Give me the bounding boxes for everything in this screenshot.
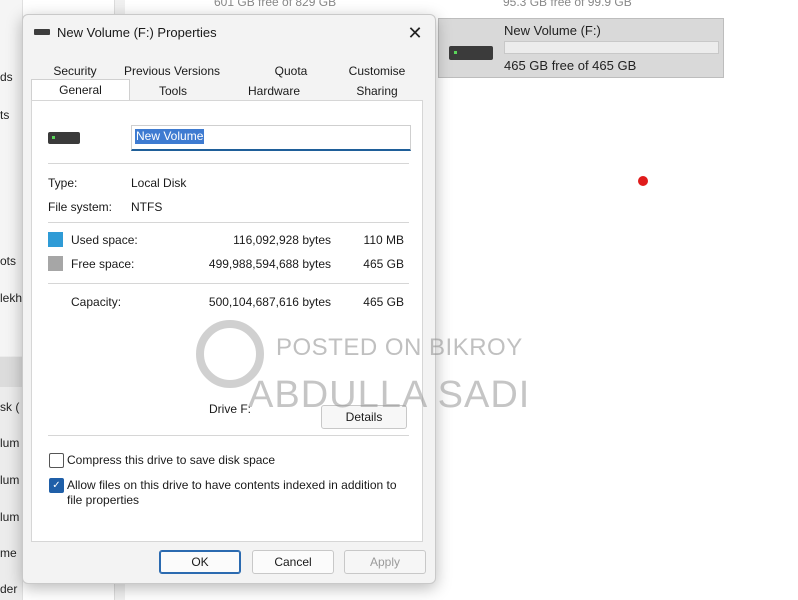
dialog-titlebar[interactable]: New Volume (F:) Properties ✕	[23, 15, 435, 51]
nav-item[interactable]: lum	[0, 436, 19, 450]
tab-general[interactable]: General	[31, 79, 130, 101]
capacity-bytes: 500,104,687,616 bytes	[208, 295, 331, 309]
free-space-size: 465 GB	[363, 257, 404, 271]
tab-tools[interactable]: Tools	[135, 81, 211, 101]
index-label-continued: file properties	[67, 493, 140, 507]
watermark-line-1: POSTED ON BIKROY	[276, 334, 523, 361]
divider	[48, 163, 409, 164]
nav-item[interactable]: der	[0, 582, 17, 596]
close-icon[interactable]: ✕	[403, 21, 427, 45]
capacity-label: Capacity:	[71, 295, 122, 309]
drive-usage-bar	[504, 41, 719, 54]
apply-button[interactable]: Apply	[344, 550, 426, 574]
watermark-line-2: ABDULLA SADI	[248, 374, 531, 416]
tab-sharing[interactable]: Sharing	[339, 81, 415, 101]
compress-checkbox[interactable]	[49, 453, 64, 468]
tab-hardware[interactable]: Hardware	[231, 81, 317, 101]
drive-name: New Volume (F:)	[504, 23, 601, 38]
dialog-title: New Volume (F:) Properties	[57, 25, 217, 40]
free-space-label: Free space:	[71, 257, 135, 271]
index-label[interactable]: Allow files on this drive to have conten…	[67, 478, 397, 492]
nav-item[interactable]: lum	[0, 510, 19, 524]
red-dot-marker	[638, 176, 648, 186]
tab-security[interactable]: Security	[37, 61, 113, 81]
drive-letter-label: Drive F:	[209, 402, 251, 416]
drive-tile-new-volume[interactable]: New Volume (F:) 465 GB free of 465 GB	[438, 18, 724, 78]
cancel-button[interactable]: Cancel	[252, 550, 334, 574]
file-system-value: NTFS	[131, 200, 163, 214]
nav-item[interactable]: sk (	[0, 400, 19, 414]
tab-quota[interactable]: Quota	[253, 61, 329, 81]
drive-free-text: 465 GB free of 465 GB	[504, 58, 637, 73]
drive-icon	[34, 29, 50, 35]
explorer-nav-drive-list: sk ( lum lum lum me der	[0, 0, 22, 600]
ok-button[interactable]: OK	[159, 550, 241, 574]
divider	[48, 283, 409, 284]
drive-free-text: 95.3 GB free of 99.9 GB	[503, 0, 632, 9]
nav-item[interactable]: me	[0, 546, 17, 560]
hard-drive-icon	[449, 46, 493, 60]
volume-name-text: New Volume	[135, 129, 205, 144]
file-system-label: File system:	[48, 200, 113, 214]
type-value: Local Disk	[131, 176, 187, 190]
used-space-bytes: 116,092,928 bytes	[233, 233, 331, 247]
used-space-swatch	[48, 232, 63, 247]
divider	[48, 222, 409, 223]
used-space-size: 110 MB	[363, 233, 404, 247]
type-label: Type:	[48, 176, 78, 190]
free-space-swatch	[48, 256, 63, 271]
properties-dialog: New Volume (F:) Properties ✕ Security Pr…	[22, 14, 436, 584]
capacity-size: 465 GB	[363, 295, 404, 309]
hard-drive-icon	[48, 132, 80, 144]
free-space-bytes: 499,988,594,688 bytes	[208, 257, 331, 271]
used-space-label: Used space:	[71, 233, 138, 247]
index-checkbox[interactable]: ✓	[49, 478, 64, 493]
tab-customise[interactable]: Customise	[339, 61, 415, 81]
compress-label[interactable]: Compress this drive to save disk space	[67, 453, 275, 467]
volume-name-input[interactable]: New Volume	[131, 125, 411, 151]
nav-item[interactable]: lum	[0, 473, 19, 487]
drive-free-text: 601 GB free of 829 GB	[214, 0, 337, 9]
divider	[48, 435, 409, 436]
tab-previous-versions[interactable]: Previous Versions	[119, 61, 225, 81]
